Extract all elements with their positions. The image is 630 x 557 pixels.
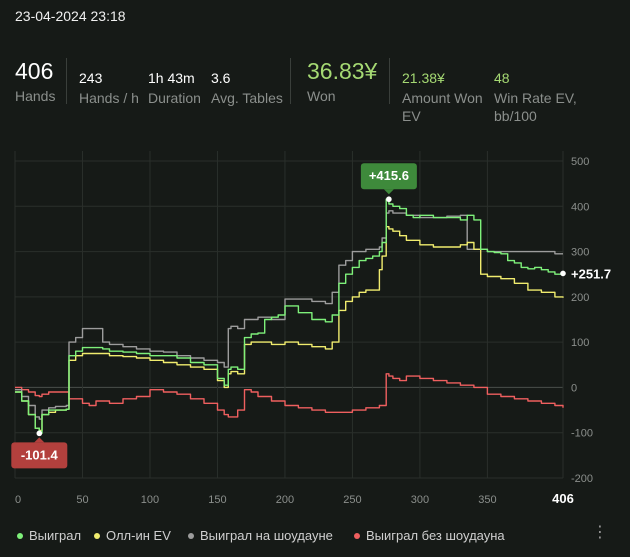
stat-hands-value: 406 bbox=[15, 58, 54, 84]
x-tick-label: 200 bbox=[276, 494, 294, 506]
max-badge-pointer bbox=[383, 189, 394, 195]
x-tick-label: 0 bbox=[15, 494, 21, 506]
stat-amount-won-ev: 21.38¥ Amount Won EV bbox=[402, 58, 483, 125]
y-tick-label: 100 bbox=[571, 337, 589, 349]
min-label: -101.4 bbox=[21, 447, 59, 462]
chart-legend: Выиграл Олл-ин EV Выиграл на шоудауне Вы… bbox=[0, 528, 630, 546]
stat-hands: 406 Hands bbox=[15, 58, 55, 105]
y-tick-label: 400 bbox=[571, 201, 589, 213]
more-menu-icon[interactable]: ⋮ bbox=[592, 525, 608, 541]
max-label: +415.6 bbox=[369, 168, 409, 183]
stat-divider bbox=[290, 58, 291, 104]
x-tick-label: 50 bbox=[76, 494, 88, 506]
stat-avg-tables: 3.6 Avg. Tables bbox=[211, 58, 283, 107]
chart-series-lines bbox=[15, 198, 564, 434]
stat-won: 36.83¥ Won bbox=[307, 58, 377, 105]
end-point bbox=[560, 270, 566, 277]
stat-duration: 1h 43m Duration bbox=[148, 58, 201, 107]
legend-dot-icon bbox=[188, 532, 194, 539]
legend-dot-icon bbox=[17, 532, 23, 539]
end-label: +251.7 bbox=[571, 266, 611, 281]
stat-hands-label: Hands bbox=[15, 88, 56, 104]
session-datetime: 23-04-2024 23:18 bbox=[15, 8, 126, 24]
x-tick-label: 300 bbox=[411, 494, 429, 506]
stat-won-value: 36.83¥ bbox=[307, 58, 378, 84]
series-line-3 bbox=[15, 373, 564, 418]
y-tick-label: 200 bbox=[571, 292, 589, 304]
y-tick-label: 500 bbox=[571, 156, 589, 168]
x-axis-tick-labels: 0 50 100 150 200 250 300 350 406 bbox=[15, 491, 574, 506]
stat-avg-tables-value: 3.6 bbox=[211, 70, 231, 86]
stat-amount-won-ev-label-line2: EV bbox=[402, 108, 421, 124]
x-tick-label-last: 406 bbox=[552, 491, 574, 506]
stat-win-rate-ev-label-line2: bb/100 bbox=[494, 108, 537, 124]
series-line-0 bbox=[15, 198, 564, 434]
stat-win-rate-ev-value: 48 bbox=[494, 70, 510, 86]
legend-item-won-at-showdown[interactable]: Выиграл на шоудауне bbox=[188, 528, 333, 543]
legend-item-won-without-showdown[interactable]: Выиграл без шоудауна bbox=[354, 528, 505, 543]
stat-amount-won-ev-label-line1: Amount Won bbox=[402, 90, 483, 106]
x-tick-label: 150 bbox=[208, 494, 226, 506]
x-tick-label: 350 bbox=[478, 494, 496, 506]
legend-item-label: Выиграл bbox=[29, 528, 82, 543]
y-axis-tick-labels: 500 400 300 200 100 0 -100 -200 bbox=[571, 156, 593, 485]
x-tick-label: 100 bbox=[141, 494, 159, 506]
stat-win-rate-ev-label-line1: Win Rate EV, bbox=[494, 90, 577, 106]
chart-grid bbox=[14, 151, 564, 479]
stat-amount-won-ev-label: Amount Won EV bbox=[402, 89, 483, 125]
legend-item-label: Выиграл без шоудауна bbox=[366, 528, 505, 543]
legend-item-label: Выиграл на шоудауне bbox=[200, 528, 333, 543]
stat-win-rate-ev: 48 Win Rate EV, bb/100 bbox=[494, 58, 577, 125]
stat-hands-per-hour-label: Hands / h bbox=[79, 90, 139, 106]
min-point bbox=[36, 430, 43, 437]
stat-avg-tables-label: Avg. Tables bbox=[211, 90, 283, 106]
y-tick-label: 300 bbox=[571, 247, 589, 259]
legend-item-won[interactable]: Выиграл bbox=[17, 528, 81, 543]
stat-divider bbox=[389, 58, 390, 104]
stat-won-label: Won bbox=[307, 88, 336, 104]
y-tick-label: 0 bbox=[571, 382, 577, 394]
stat-duration-label: Duration bbox=[148, 90, 201, 106]
x-tick-label: 250 bbox=[343, 494, 361, 506]
min-badge-pointer bbox=[34, 437, 45, 443]
stat-duration-value: 1h 43m bbox=[148, 70, 195, 86]
stat-hands-per-hour-value: 243 bbox=[79, 70, 103, 86]
y-tick-label: -100 bbox=[571, 428, 593, 440]
stats-bar: 406 Hands 243 Hands / h 1h 43m Duration … bbox=[0, 58, 630, 128]
stat-divider bbox=[66, 58, 67, 104]
profit-chart[interactable]: 500 400 300 200 100 0 -100 -200 0 50 100 150 200 250… bbox=[0, 140, 630, 515]
legend-dot-icon bbox=[354, 532, 360, 539]
legend-item-label: Олл-ин EV bbox=[106, 528, 171, 543]
legend-dot-icon bbox=[94, 532, 100, 539]
stat-hands-per-hour: 243 Hands / h bbox=[79, 58, 139, 107]
stat-win-rate-ev-label: Win Rate EV, bb/100 bbox=[494, 89, 577, 125]
legend-item-allin-ev[interactable]: Олл-ин EV bbox=[94, 528, 171, 543]
stat-amount-won-ev-value: 21.38¥ bbox=[402, 70, 445, 86]
max-point bbox=[386, 196, 392, 203]
y-tick-label: -200 bbox=[571, 473, 593, 485]
